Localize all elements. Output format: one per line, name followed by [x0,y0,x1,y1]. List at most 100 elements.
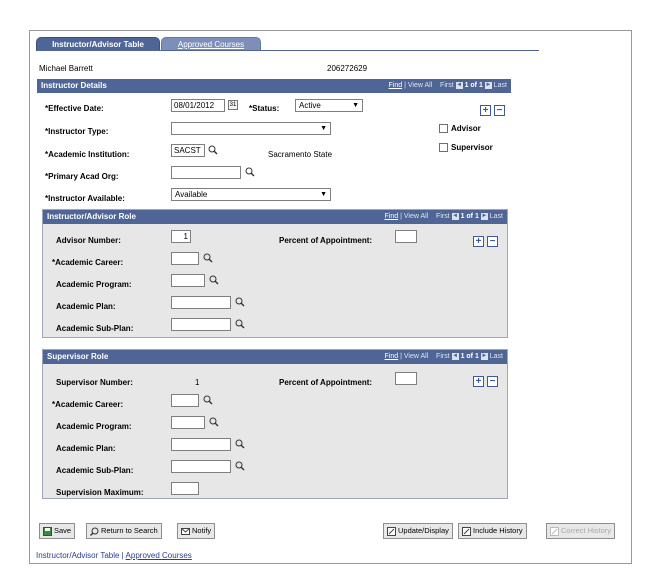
supervisor-career-label: *Academic Career: [52,400,124,409]
add-row-icon[interactable]: + [473,376,484,387]
supervisor-subplan-label: Academic Sub-Plan: [56,466,134,475]
advisor-number-label: Advisor Number: [56,236,121,245]
first-label: First [440,82,454,89]
next-arrow-icon[interactable]: ► [480,212,488,220]
supervisor-role-title: Supervisor Role [47,352,109,361]
delete-row-icon[interactable]: − [487,236,498,247]
academic-institution-label: *Academic Institution: [45,150,130,159]
correct-history-button[interactable]: Correct History [546,523,616,539]
prev-arrow-icon[interactable]: ◄ [451,352,459,360]
chevron-down-icon: ▼ [320,125,327,132]
supervisor-checkbox[interactable] [439,143,448,152]
advisor-checkbox[interactable] [439,124,448,133]
footer-link-approved-courses[interactable]: Approved Courses [126,551,192,560]
find-link[interactable]: Find [385,353,399,360]
instructor-details-title: Instructor Details [41,81,107,90]
row-count: 1 of 1 [460,213,479,220]
supervisor-role-header: Supervisor Role Find | View All First ◄ … [43,350,507,364]
notify-button[interactable]: Notify [177,523,216,539]
save-button[interactable]: Save [39,523,76,539]
academic-program-field[interactable] [171,274,205,287]
academic-institution-field[interactable]: SACST [171,144,205,157]
academic-subplan-field[interactable] [171,318,231,331]
effective-date-label: *Effective Date: [45,104,104,113]
delete-row-icon[interactable]: − [487,376,498,387]
lookup-icon[interactable] [209,417,219,427]
status-select[interactable]: Active ▼ [295,99,363,112]
lookup-icon[interactable] [203,395,213,405]
academic-subplan-label: Academic Sub-Plan: [56,324,134,333]
tab-approved-courses[interactable]: Approved Courses [161,37,261,51]
academic-plan-field[interactable] [171,296,231,309]
page-frame: Instructor/Advisor Table Approved Course… [29,30,632,564]
percent-appointment-label: Percent of Appointment: [279,236,373,245]
employee-name: Michael Barrett [39,64,93,73]
include-history-button[interactable]: Include History [458,523,527,539]
advisor-number-field[interactable]: 1 [171,230,191,243]
prev-arrow-icon[interactable]: ◄ [451,212,459,220]
instructor-details-nav: Find | View All First ◄ 1 of 1 ► Last [388,81,507,89]
supervisor-subplan-field[interactable] [171,460,231,473]
update-display-button[interactable]: Update/Display [383,523,453,539]
supervisor-percent-label: Percent of Appointment: [279,378,373,387]
advisor-role-panel [42,209,508,338]
instructor-available-select[interactable]: Available ▼ [171,188,331,201]
lookup-icon[interactable] [235,461,245,471]
view-all-link[interactable]: View All [404,213,428,220]
lookup-icon[interactable] [203,253,213,263]
notify-label: Notify [192,526,212,535]
percent-appointment-field[interactable] [395,230,417,243]
supervisor-plan-field[interactable] [171,438,231,451]
supervisor-role-nav: Find | View All First ◄ 1 of 1 ► Last [384,352,503,360]
last-label: Last [493,82,507,89]
instructor-details-header: Instructor Details Find | View All First… [37,79,511,93]
add-row-icon[interactable]: + [473,236,484,247]
next-arrow-icon[interactable]: ► [480,352,488,360]
search-icon [90,527,99,536]
supervisor-percent-field[interactable] [395,372,417,385]
supervisor-program-field[interactable] [171,416,205,429]
first-label: First [436,353,450,360]
supervision-maximum-field[interactable] [171,482,199,495]
academic-plan-label: Academic Plan: [56,302,116,311]
last-label: Last [489,213,503,220]
calendar-icon[interactable]: 31 [228,100,238,110]
academic-program-label: Academic Program: [56,280,132,289]
view-all-link[interactable]: View All [404,353,428,360]
instructor-type-label: *Instructor Type: [45,127,109,136]
lookup-icon[interactable] [208,145,218,155]
delete-row-icon[interactable]: − [494,105,505,116]
update-display-icon [387,526,396,536]
find-link[interactable]: Find [389,82,403,89]
effective-date-field[interactable]: 08/01/2012 [171,99,225,112]
primary-acad-org-field[interactable] [171,166,241,179]
lookup-icon[interactable] [235,439,245,449]
primary-acad-org-label: *Primary Acad Org: [45,172,119,181]
add-row-icon[interactable]: + [480,105,491,116]
advisor-role-header: Instructor/Advisor Role Find | View All … [43,210,507,224]
lookup-icon[interactable] [245,167,255,177]
status-label: *Status: [249,104,280,113]
first-label: First [436,213,450,220]
academic-career-field[interactable] [171,252,199,265]
prev-arrow-icon[interactable]: ◄ [455,81,463,89]
instructor-available-label: *Instructor Available: [45,194,125,203]
view-all-link[interactable]: View All [408,82,432,89]
row-count: 1 of 1 [464,82,483,89]
return-to-search-label: Return to Search [101,526,158,535]
footer-link-instructor-advisor[interactable]: Instructor/Advisor Table [36,551,119,560]
include-history-icon [462,526,471,536]
return-to-search-button[interactable]: Return to Search [86,523,162,539]
chevron-down-icon: ▼ [320,191,327,198]
supervisor-career-field[interactable] [171,394,199,407]
lookup-icon[interactable] [209,275,219,285]
row-count: 1 of 1 [460,353,479,360]
tab-instructor-advisor-table[interactable]: Instructor/Advisor Table [36,37,160,51]
instructor-type-select[interactable]: ▼ [171,122,331,135]
advisor-label: Advisor [451,124,481,133]
next-arrow-icon[interactable]: ► [484,81,492,89]
correct-history-label: Correct History [561,526,612,535]
lookup-icon[interactable] [235,319,245,329]
lookup-icon[interactable] [235,297,245,307]
find-link[interactable]: Find [385,213,399,220]
